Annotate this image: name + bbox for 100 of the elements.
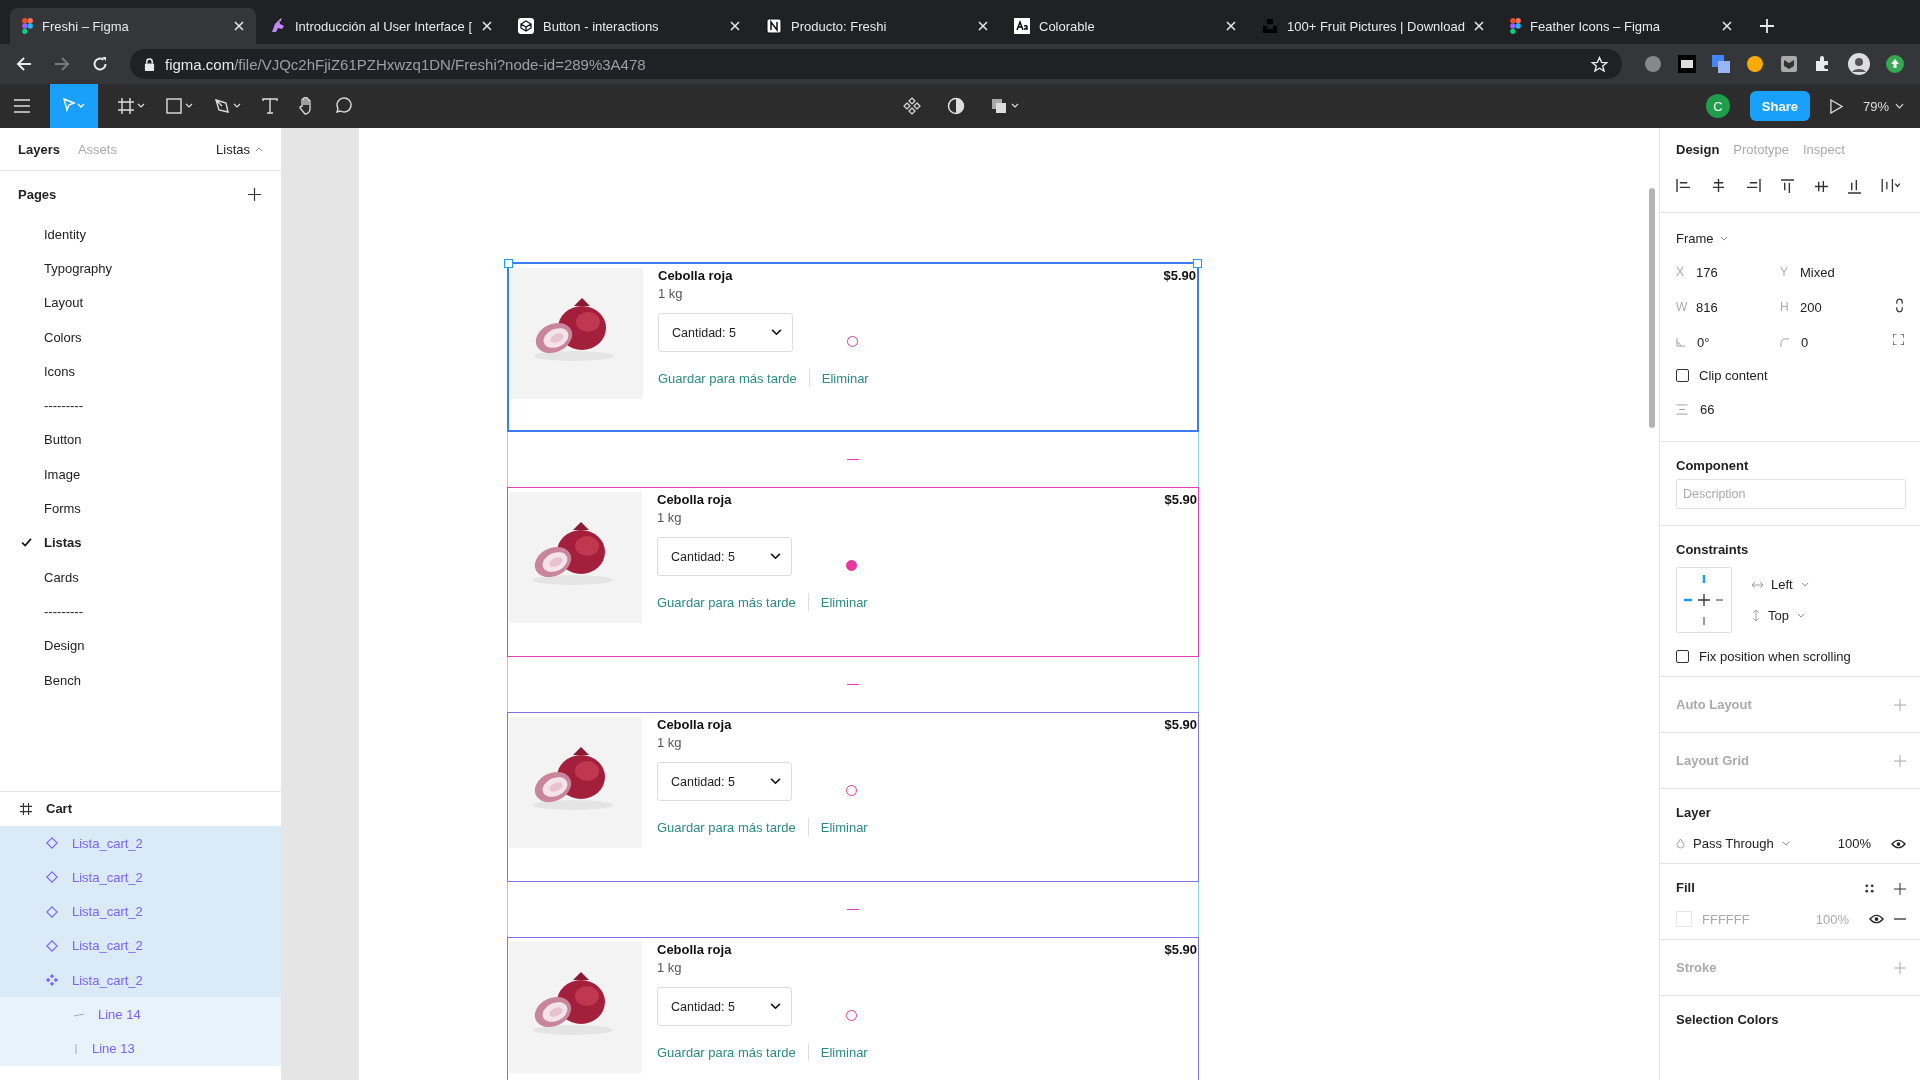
- resize-handle[interactable]: [1193, 259, 1202, 268]
- text-tool-icon[interactable]: [262, 98, 278, 114]
- align-right-icon[interactable]: [1746, 179, 1762, 192]
- page-item[interactable]: ---------: [0, 594, 281, 629]
- address-bar[interactable]: figma.com/file/VJQc2hFjiZ61PZHxwzq1DN/Freshi?node-id=289%3A478: [130, 49, 1622, 79]
- fix-position-checkbox[interactable]: Fix position when scrolling: [1676, 649, 1906, 664]
- page-item[interactable]: Icons: [0, 354, 281, 389]
- property-field[interactable]: H 200: [1780, 297, 1884, 317]
- save-for-later-link[interactable]: Guardar para más tarde: [658, 370, 797, 386]
- description-field[interactable]: Description: [1676, 479, 1906, 509]
- forward-arrow-icon[interactable]: [54, 56, 70, 72]
- frame-tool-icon[interactable]: [118, 98, 146, 114]
- hand-tool-icon[interactable]: [298, 97, 314, 115]
- star-icon[interactable]: [1591, 55, 1608, 73]
- page-item[interactable]: Identity: [0, 217, 281, 252]
- close-icon[interactable]: [978, 21, 988, 31]
- page-item[interactable]: ---------: [0, 388, 281, 423]
- scrollbar[interactable]: [1649, 188, 1655, 428]
- list-item-card[interactable]: Cebolla roja $5.90 1 kg Cantidad: 5 Guardar para más tarde Eliminar: [507, 712, 1199, 882]
- panel-tab[interactable]: Design: [1676, 142, 1720, 157]
- page-item[interactable]: Button: [0, 422, 281, 458]
- corner-radius-field[interactable]: 0: [1780, 332, 1884, 352]
- zoom-menu[interactable]: 79%: [1862, 98, 1904, 114]
- align-left-icon[interactable]: [1676, 179, 1691, 192]
- pen-tool-icon[interactable]: [214, 98, 242, 114]
- page-item[interactable]: Bench: [0, 662, 281, 698]
- quantity-dropdown[interactable]: Cantidad: 5: [657, 537, 792, 576]
- browser-tab[interactable]: 100+ Fruit Pictures | Download: [1250, 8, 1496, 44]
- align-middle-icon[interactable]: [1814, 179, 1828, 194]
- quantity-dropdown[interactable]: Cantidad: 5: [658, 313, 793, 352]
- page-item[interactable]: Colors: [0, 319, 281, 355]
- align-center-icon[interactable]: [1711, 179, 1727, 192]
- delete-link[interactable]: Eliminar: [820, 594, 868, 610]
- browser-tab[interactable]: Feather Icons – Figma: [1498, 8, 1744, 44]
- browser-tab[interactable]: Introducción al User Interface [: [258, 8, 504, 44]
- close-icon[interactable]: [1722, 21, 1732, 31]
- page-menu[interactable]: Listas: [216, 141, 263, 157]
- resize-handle[interactable]: [504, 259, 513, 268]
- page-item[interactable]: Layout: [0, 285, 281, 320]
- anchor-dot[interactable]: [846, 560, 857, 571]
- boolean-icon[interactable]: [991, 97, 1021, 115]
- close-icon[interactable]: [1474, 21, 1484, 31]
- list-item-card[interactable]: Cebolla roja $5.90 1 kg Cantidad: 5 Guardar para más tarde Eliminar: [507, 937, 1199, 1080]
- eye-icon[interactable]: [1869, 914, 1884, 924]
- back-arrow-icon[interactable]: [16, 56, 32, 72]
- upload-icon[interactable]: [1886, 55, 1904, 73]
- layer-item[interactable]: Lista_cart_2: [0, 928, 281, 964]
- shield-icon[interactable]: [1780, 55, 1798, 73]
- browser-tab[interactable]: Colorable: [1002, 8, 1248, 44]
- translate-icon[interactable]: [1712, 55, 1730, 73]
- reload-icon[interactable]: [92, 56, 108, 72]
- property-field[interactable]: Y Mixed: [1780, 262, 1884, 282]
- close-icon[interactable]: [482, 21, 492, 31]
- layer-item[interactable]: Cart: [0, 791, 281, 826]
- play-icon[interactable]: [1829, 98, 1843, 114]
- page-item[interactable]: Forms: [0, 491, 281, 526]
- extension-icon[interactable]: [1746, 55, 1764, 73]
- opacity-field[interactable]: 100%: [1837, 836, 1871, 851]
- layer-item[interactable]: Line 13: [0, 1031, 281, 1066]
- page-item[interactable]: Image: [0, 457, 281, 492]
- resize-icon[interactable]: [1893, 334, 1904, 345]
- list-item-card[interactable]: Cebolla roja $5.90 1 kg Cantidad: 5 Guardar para más tarde Eliminar: [507, 262, 1199, 432]
- comment-icon[interactable]: [334, 97, 352, 115]
- rectangle-tool-icon[interactable]: [166, 98, 194, 114]
- quantity-dropdown[interactable]: Cantidad: 5: [657, 762, 792, 801]
- property-field[interactable]: X 176: [1676, 262, 1780, 282]
- rotation-field[interactable]: 0°: [1676, 332, 1780, 352]
- save-for-later-link[interactable]: Guardar para más tarde: [657, 1044, 796, 1060]
- component-icon[interactable]: [903, 97, 921, 115]
- layer-item[interactable]: Lista_cart_2: [0, 894, 281, 929]
- delete-link[interactable]: Eliminar: [820, 1044, 868, 1060]
- page-item[interactable]: Cards: [0, 559, 281, 595]
- blend-mode-menu[interactable]: Pass Through: [1676, 836, 1790, 851]
- layer-item[interactable]: Line 14: [0, 997, 281, 1032]
- panel-tab[interactable]: Layers: [18, 141, 60, 157]
- save-for-later-link[interactable]: Guardar para más tarde: [657, 819, 796, 835]
- list-item-card[interactable]: Cebolla roja $5.90 1 kg Cantidad: 5 Guardar para más tarde Eliminar: [507, 487, 1199, 657]
- horizontal-constraint-menu[interactable]: Left: [1752, 577, 1809, 592]
- constraints-widget[interactable]: [1676, 567, 1732, 633]
- page-item[interactable]: Design: [0, 628, 281, 663]
- close-icon[interactable]: [234, 21, 244, 31]
- plus-icon[interactable]: [248, 187, 261, 201]
- property-field[interactable]: W 816: [1676, 297, 1780, 317]
- close-icon[interactable]: [1226, 21, 1236, 31]
- avatar-icon[interactable]: [1848, 53, 1870, 75]
- align-bottom-icon[interactable]: [1847, 179, 1861, 194]
- page-item[interactable]: Typography: [0, 251, 281, 286]
- page-item[interactable]: Listas: [0, 525, 281, 560]
- vertical-constraint-menu[interactable]: Top: [1752, 608, 1809, 623]
- close-icon[interactable]: [730, 21, 740, 31]
- align-top-icon[interactable]: [1781, 179, 1795, 194]
- styles-icon[interactable]: [1865, 884, 1874, 893]
- distribute-icon[interactable]: [1880, 179, 1902, 192]
- contrast-icon[interactable]: [947, 97, 965, 115]
- quantity-dropdown[interactable]: Cantidad: 5: [657, 987, 792, 1026]
- browser-tab[interactable]: Freshi – Figma: [10, 8, 256, 44]
- delete-link[interactable]: Eliminar: [821, 370, 869, 386]
- browser-tab[interactable]: Producto: Freshi: [754, 8, 1000, 44]
- delete-link[interactable]: Eliminar: [820, 819, 868, 835]
- layer-item[interactable]: Lista_cart_2: [0, 860, 281, 895]
